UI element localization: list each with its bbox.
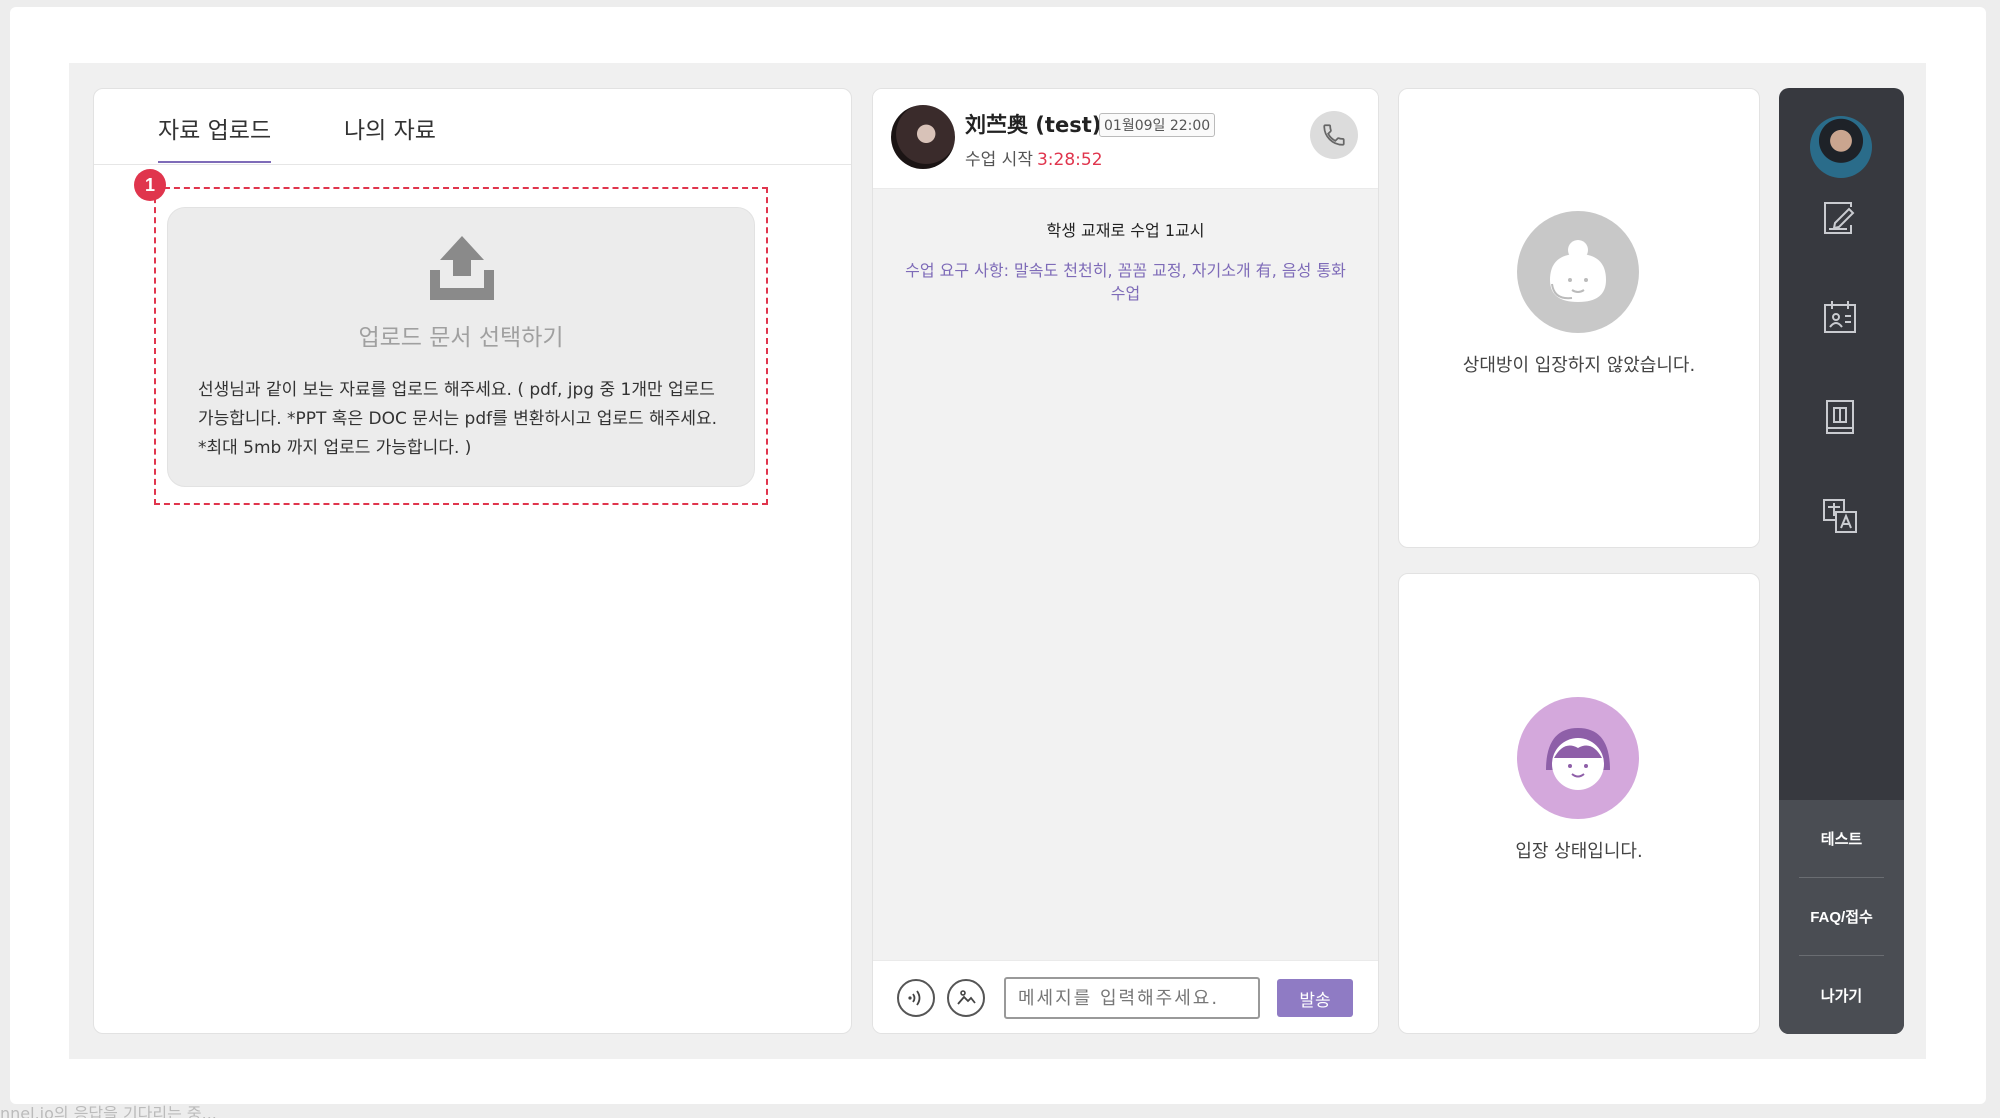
lesson-title: 학생 교재로 수업 1교시 [1046, 221, 1205, 240]
sidebar-item-calendar[interactable] [1818, 295, 1862, 339]
chat-panel: 刘苎奥 (test) 01월09일 22:00 수업 시작 3:28:52 학생 … [872, 88, 1379, 1034]
sound-icon [908, 990, 921, 1006]
smile-face-icon [1546, 728, 1610, 790]
sidebar-item-translate[interactable] [1818, 494, 1862, 538]
sidebar-bottom: 테스트 FAQ/접수 나가기 [1779, 800, 1904, 1034]
teacher-avatar[interactable] [1810, 116, 1872, 178]
calendar-user-icon [1824, 301, 1856, 333]
lesson-timer: 3:28:52 [1036, 150, 1103, 170]
student-placeholder-avatar [1517, 697, 1639, 819]
lesson-start: 수업 시작 3:28:52 [965, 145, 1103, 170]
book-icon [1826, 400, 1854, 434]
partner-status: 상대방이 입장하지 않았습니다. [1462, 355, 1696, 376]
sidebar-item-notes[interactable] [1818, 196, 1862, 240]
partner-video-panel: 상대방이 입장하지 않았습니다. [1398, 88, 1760, 548]
send-button[interactable]: 발송 [1277, 979, 1353, 1017]
divider [1799, 877, 1884, 878]
teacher-placeholder-avatar [1517, 211, 1639, 333]
step-badge: 1 [134, 169, 166, 201]
image-icon [957, 990, 976, 1005]
translate-icon [1823, 499, 1857, 533]
test-button[interactable]: 테스트 [1799, 828, 1884, 849]
chat-messages: 학생 교재로 수업 1교시 수업 요구 사항: 말속도 천천히, 꼼꼼 교정, … [873, 189, 1378, 962]
lesson-start-label: 수업 시작 [965, 150, 1033, 170]
sidebar-item-book[interactable] [1818, 395, 1862, 439]
voice-button[interactable] [897, 979, 935, 1017]
lesson-date: 01월09일 22:00 [1099, 113, 1216, 137]
exit-button[interactable]: 나가기 [1799, 985, 1884, 1006]
student-avatar [891, 105, 955, 169]
headset-person-icon [1550, 240, 1606, 302]
message-input[interactable] [1004, 977, 1260, 1019]
faq-button[interactable]: FAQ/접수 [1799, 906, 1884, 927]
edit-note-icon [1824, 202, 1855, 234]
student-name: 刘苎奥 (test) [965, 113, 1102, 137]
upload-title: 업로드 문서 선택하기 [358, 325, 564, 351]
upload-dropzone[interactable]: 업로드 문서 선택하기 선생님과 같이 보는 자료를 업로드 해주세요. ( p… [167, 207, 755, 487]
sidebar: 테스트 FAQ/접수 나가기 [1779, 88, 1904, 1034]
self-video-panel: 입장 상태입니다. [1398, 573, 1760, 1034]
lesson-request: 수업 요구 사항: 말속도 천천히, 꼼꼼 교정, 자기소개 有, 음성 통화 … [905, 261, 1346, 303]
tab-my-material[interactable]: 나의 자료 [344, 111, 436, 161]
tab-material-upload[interactable]: 자료 업로드 [158, 111, 272, 163]
image-button[interactable] [947, 979, 985, 1017]
browser-status: nnel.io의 응답을 기다리는 중... [0, 1104, 217, 1118]
phone-icon [1323, 124, 1345, 146]
chat-input-bar: 발송 [873, 960, 1378, 1033]
call-button[interactable] [1310, 111, 1358, 159]
material-panel: 자료 업로드 나의 자료 업로드 문서 선택하기 선생님과 같이 보는 자료를 … [93, 88, 852, 1034]
upload-description: 선생님과 같이 보는 자료를 업로드 해주세요. ( pdf, jpg 중 1개… [198, 380, 718, 458]
divider [1799, 955, 1884, 956]
chat-header: 刘苎奥 (test) 01월09일 22:00 수업 시작 3:28:52 [873, 89, 1378, 189]
upload-icon [430, 236, 494, 300]
material-tabs: 자료 업로드 나의 자료 [94, 89, 851, 165]
self-status: 입장 상태입니다. [1515, 841, 1643, 862]
